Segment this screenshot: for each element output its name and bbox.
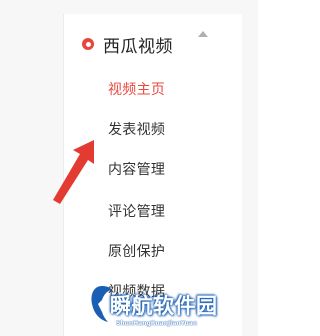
watermark-logo: 瞬航软件园 ShunHangRuanJianYuan: [78, 284, 258, 334]
page: 西瓜视频 视频主页 发表视频 内容管理 评论管理 原创保护 视频数据 瞬航软件园…: [0, 0, 258, 336]
watermark-title: 瞬航软件园: [110, 294, 218, 318]
watermark-subtitle: ShunHangRuanJianYuan: [116, 320, 198, 327]
